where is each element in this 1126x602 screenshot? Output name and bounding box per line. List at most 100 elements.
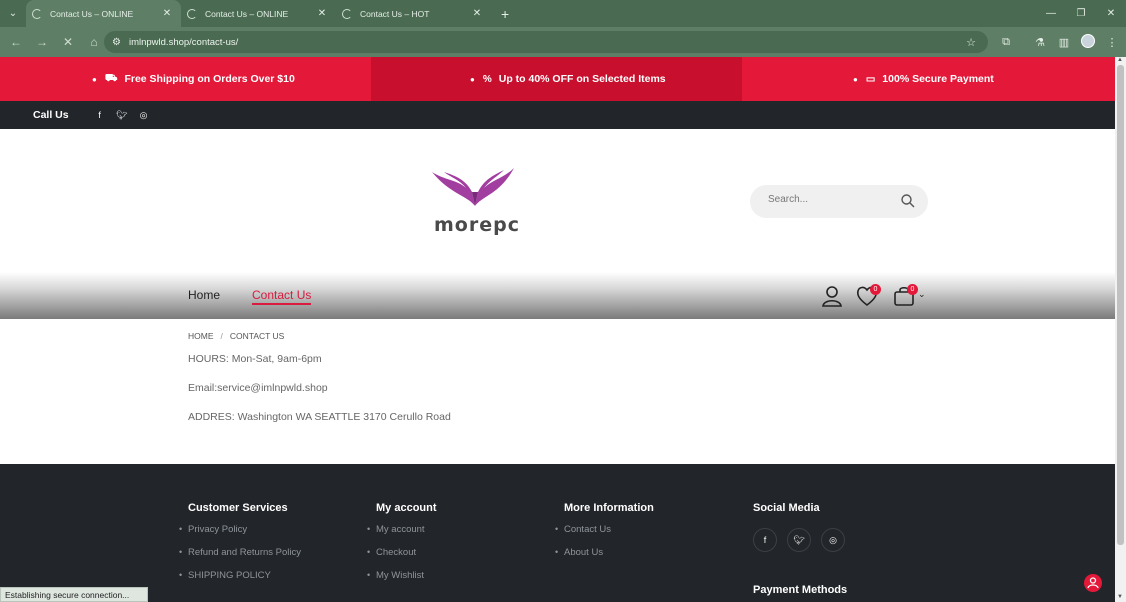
chat-glyph-icon (1087, 577, 1099, 589)
footer-link-wishlist[interactable]: My Wishlist (367, 570, 437, 593)
page-scrollbar[interactable]: ▲ ▼ (1115, 57, 1126, 602)
scrollbar-thumb[interactable] (1117, 65, 1124, 545)
footer-link-contact-us[interactable]: Contact Us (555, 524, 654, 547)
stop-loading-icon[interactable]: ✕ (56, 35, 80, 49)
address-bar[interactable]: ⚙ imlnpwld.shop/contact-us/ ☆ (104, 31, 988, 53)
percent-icon: % (482, 73, 492, 85)
footer-link-about-us[interactable]: About Us (555, 547, 654, 570)
footer-heading: Customer Services (188, 502, 288, 514)
promo-text: 100% Secure Payment (882, 73, 994, 85)
footer-customer-services: Customer Services Privacy Policy Refund … (179, 502, 301, 593)
call-us-link[interactable]: Call Us (33, 109, 69, 121)
search-box (750, 185, 928, 218)
facebook-icon[interactable]: f (753, 528, 777, 552)
logo-text: morepc (434, 214, 520, 236)
payment-methods-heading: Payment Methods (753, 584, 848, 596)
twitter-icon[interactable]: 🐦︎ (787, 528, 811, 552)
tab-title: Contact Us – HOT (360, 8, 430, 19)
twitter-icon[interactable]: 🐦︎ (111, 110, 133, 121)
nav-item-contact-us[interactable]: Contact Us (252, 288, 312, 305)
tab-search-chevron-icon[interactable]: ⌄ (0, 0, 26, 27)
instagram-icon[interactable]: ◎ (821, 528, 845, 552)
bullet: ● (92, 74, 97, 84)
loading-spinner-icon (32, 8, 42, 19)
close-tab-icon[interactable]: ✕ (316, 8, 328, 19)
cart-count-badge: 0 (907, 284, 918, 295)
forward-arrow-icon[interactable]: → (30, 35, 54, 49)
url-text: imlnpwld.shop/contact-us/ (128, 36, 239, 48)
contact-content: HOME / CONTACT US HOURS: Mon-Sat, 9am-6pm … (0, 319, 1115, 464)
instagram-icon[interactable]: ◎ (133, 110, 155, 121)
card-icon: ▭ (865, 73, 876, 85)
close-window-icon[interactable]: ✕ (1096, 0, 1126, 27)
close-tab-icon[interactable]: ✕ (161, 8, 173, 19)
labs-flask-icon[interactable]: ⚗ (1028, 36, 1052, 49)
home-icon[interactable]: ⌂ (82, 35, 106, 49)
wings-logo-icon (432, 168, 514, 206)
search-icon[interactable] (900, 193, 916, 209)
breadcrumb-current: CONTACT US (229, 331, 285, 341)
footer-heading: Social Media (753, 502, 820, 514)
sidebar-icon[interactable]: ▥ (1052, 36, 1076, 49)
bullet: ● (853, 74, 858, 84)
chat-widget-icon[interactable] (1084, 574, 1102, 592)
footer-link-privacy-policy[interactable]: Privacy Policy (179, 524, 301, 547)
close-tab-icon[interactable]: ✕ (471, 8, 483, 19)
footer-link-my-account[interactable]: My account (367, 524, 437, 547)
extensions-icon[interactable]: ⧉ (994, 36, 1018, 49)
footer-link-refund-policy[interactable]: Refund and Returns Policy (179, 547, 301, 570)
site-info-icon[interactable]: ⚙ (112, 37, 121, 48)
browser-status-text: Establishing secure connection... (0, 587, 148, 602)
browser-tab-3[interactable]: Contact Us – HOT ✕ (336, 0, 491, 27)
footer-social-media: Social Media f 🐦︎ ◎ Payment Methods (753, 502, 847, 596)
contact-address: ADDRES: Washington WA SEATTLE 3170 Cerul… (188, 411, 451, 423)
tab-title: Contact Us – ONLINE (50, 8, 134, 19)
bullet: ● (470, 74, 475, 84)
footer-more-information: More Information Contact Us About Us (555, 502, 654, 570)
more-menu-icon[interactable]: ⋮ (1100, 36, 1124, 49)
web-page: ● ⛟ Free Shipping on Orders Over $10 ● %… (0, 57, 1115, 602)
footer-heading: My account (376, 502, 437, 514)
footer-social-icons: f 🐦︎ ◎ (753, 528, 845, 552)
loading-spinner-icon (187, 8, 197, 19)
browser-tab-1[interactable]: Contact Us – ONLINE ✕ (26, 0, 181, 27)
tab-title: Contact Us – ONLINE (205, 8, 289, 19)
footer-heading: More Information (564, 502, 654, 514)
scroll-up-arrow-icon[interactable]: ▲ (1117, 57, 1123, 63)
promo-item-shipping: ● ⛟ Free Shipping on Orders Over $10 (0, 57, 371, 101)
nav-item-home[interactable]: Home (188, 288, 220, 302)
browser-tab-2[interactable]: Contact Us – ONLINE ✕ (181, 0, 336, 27)
site-logo[interactable]: morepc (430, 166, 520, 240)
toolbar-right-icons: ⧉ ⚗ ▥ ⋮ (994, 27, 1124, 57)
promo-text: Up to 40% OFF on Selected Items (498, 73, 666, 85)
scroll-down-arrow-icon[interactable]: ▼ (1117, 594, 1123, 600)
browser-toolbar: ← → ✕ ⌂ ⚙ imlnpwld.shop/contact-us/ ☆ ⧉ … (0, 27, 1126, 57)
breadcrumb-separator: / (220, 331, 223, 341)
wishlist-count-badge: 0 (870, 284, 881, 295)
truck-icon: ⛟ (104, 72, 118, 84)
new-tab-plus-icon[interactable]: + (501, 6, 509, 22)
main-navigation: Home Contact Us 0 0 ⌄ (0, 272, 1115, 319)
promo-bar: ● ⛟ Free Shipping on Orders Over $10 ● %… (0, 57, 1115, 101)
minimize-icon[interactable]: — (1036, 0, 1066, 27)
top-contact-bar: Call Us f 🐦︎ ◎ (0, 101, 1115, 129)
breadcrumb-home[interactable]: HOME (188, 331, 214, 341)
footer-link-shipping-policy[interactable]: SHIPPING POLICY (179, 570, 301, 593)
facebook-icon[interactable]: f (89, 110, 111, 120)
promo-item-secure: ● ▭ 100% Secure Payment (742, 57, 1115, 101)
contact-hours: HOURS: Mon-Sat, 9am-6pm (188, 353, 322, 365)
chevron-down-icon[interactable]: ⌄ (918, 289, 926, 300)
footer-link-checkout[interactable]: Checkout (367, 547, 437, 570)
loading-spinner-icon (342, 8, 352, 19)
restore-icon[interactable]: ❐ (1066, 0, 1096, 27)
search-input[interactable] (768, 194, 888, 205)
profile-avatar[interactable] (1076, 33, 1100, 51)
contact-email: Email:service@imlnpwld.shop (188, 382, 328, 394)
back-arrow-icon[interactable]: ← (4, 35, 28, 49)
promo-item-discount: ● % Up to 40% OFF on Selected Items (371, 57, 742, 101)
browser-tab-bar: ⌄ Contact Us – ONLINE ✕ Contact Us – ONL… (0, 0, 1126, 27)
user-account-icon[interactable] (820, 284, 844, 308)
bookmark-star-icon[interactable]: ☆ (966, 36, 976, 49)
promo-text: Free Shipping on Orders Over $10 (124, 73, 295, 85)
footer-my-account: My account My account Checkout My Wishli… (367, 502, 437, 593)
